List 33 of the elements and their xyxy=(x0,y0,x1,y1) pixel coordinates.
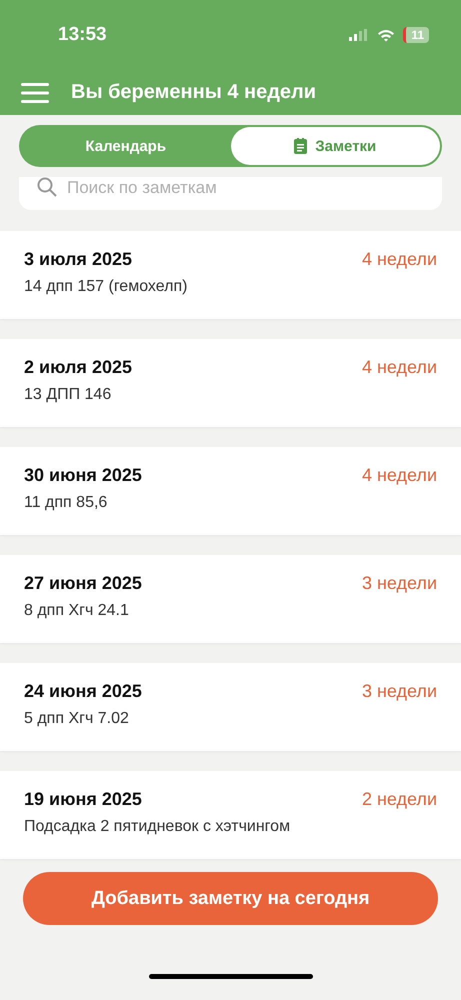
battery-indicator: 11 xyxy=(403,27,429,43)
note-date: 27 июня 2025 xyxy=(24,573,142,594)
wifi-icon xyxy=(377,28,396,42)
note-card[interactable]: 3 июля 2025 4 недели 14 дпп 157 (гемохелп) xyxy=(0,231,461,319)
note-card[interactable]: 30 июня 2025 4 недели 11 дпп 85,6 xyxy=(0,447,461,535)
note-text: 14 дпп 157 (гемохелп) xyxy=(24,278,188,296)
note-date: 19 июня 2025 xyxy=(24,789,142,810)
note-weeks: 2 недели xyxy=(362,789,437,810)
note-card[interactable]: 2 июля 2025 4 недели 13 ДПП 146 xyxy=(0,339,461,427)
note-text: 8 дпп Хгч 24.1 xyxy=(24,602,130,620)
menu-icon[interactable] xyxy=(21,82,49,102)
note-weeks: 3 недели xyxy=(362,573,437,594)
signal-icon xyxy=(349,29,370,41)
note-text: 11 дпп 85,6 xyxy=(24,494,108,512)
note-weeks: 4 недели xyxy=(362,465,437,486)
note-card[interactable]: 27 июня 2025 3 недели 8 дпп Хгч 24.1 xyxy=(0,555,461,643)
note-text: 13 ДПП 146 xyxy=(24,386,112,404)
search-icon xyxy=(37,177,57,197)
note-weeks: 3 недели xyxy=(362,681,437,702)
search-field[interactable]: Поиск по заметкам xyxy=(19,177,442,210)
note-card[interactable]: 19 июня 2025 2 недели Подсадка 2 пятидневок с хэтчингом xyxy=(0,771,461,859)
status-time: 13:53 xyxy=(58,24,107,46)
note-date: 24 июня 2025 xyxy=(24,681,142,702)
note-text: Подсадка 2 пятидневок с хэтчингом xyxy=(24,818,292,836)
note-card[interactable]: 24 июня 2025 3 недели 5 дпп Хгч 7.02 xyxy=(0,663,461,751)
note-weeks: 4 недели xyxy=(362,357,437,378)
note-icon xyxy=(294,138,308,154)
note-date: 30 июня 2025 xyxy=(24,465,142,486)
note-weeks: 4 недели xyxy=(362,249,437,270)
note-date: 3 июля 2025 xyxy=(24,249,132,270)
header-title: Вы беременны 4 недели xyxy=(71,81,316,104)
note-text: 5 дпп Хгч 7.02 xyxy=(24,710,130,728)
note-date: 2 июля 2025 xyxy=(24,357,132,378)
